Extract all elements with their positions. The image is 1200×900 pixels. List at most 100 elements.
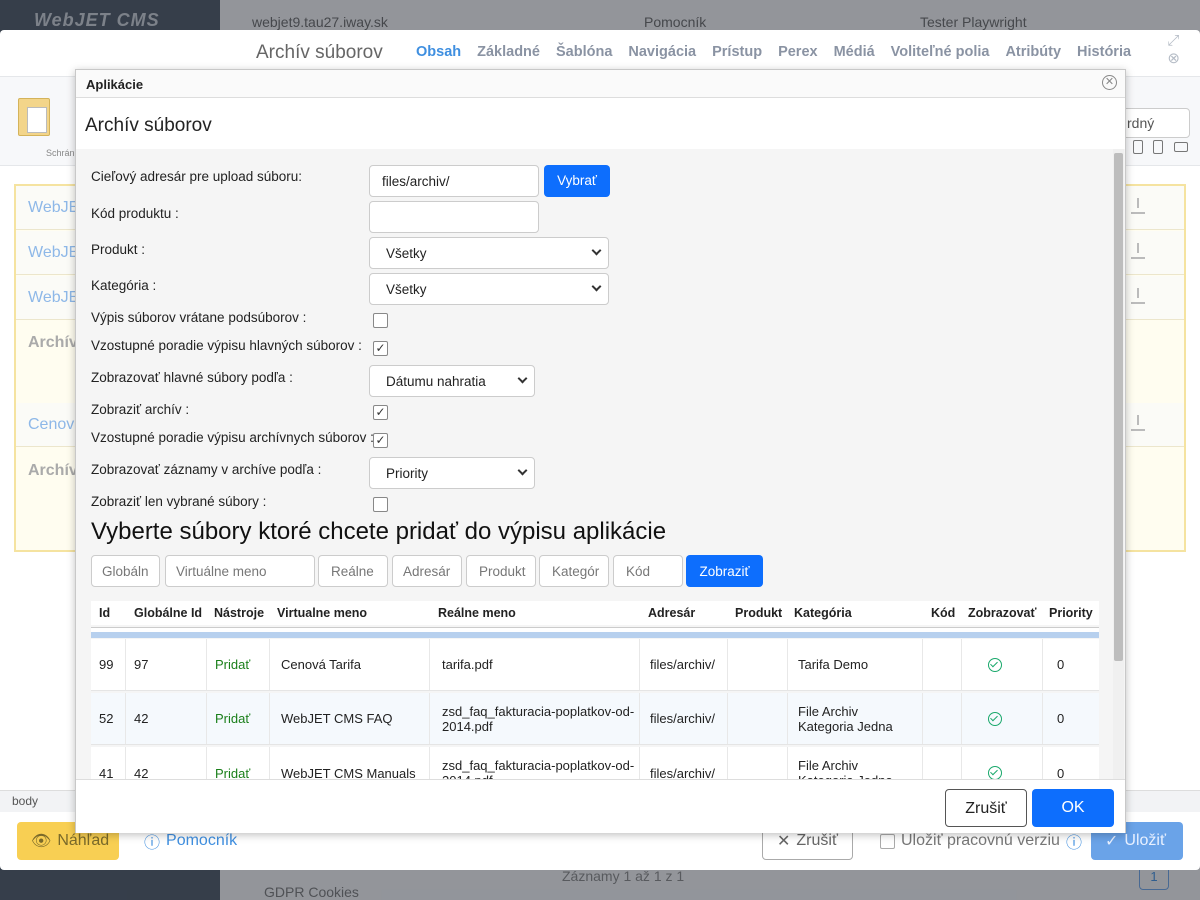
- asc-archive-checkbox[interactable]: ✓: [373, 433, 388, 448]
- download-icon[interactable]: [1131, 243, 1145, 259]
- filter-category[interactable]: Kategór: [539, 555, 609, 587]
- cell-product: [728, 693, 788, 744]
- col-id[interactable]: Id: [91, 601, 126, 625]
- download-icon[interactable]: [1131, 288, 1145, 304]
- bg-heading: Archív: [28, 334, 78, 351]
- tab-atributy[interactable]: Atribúty: [1005, 44, 1061, 60]
- tab-zakladne[interactable]: Základné: [477, 44, 540, 60]
- cell-category: File Archiv Kategoria Jedna: [788, 747, 923, 779]
- cell-virtual-name: Cenová Tarifa: [270, 639, 430, 690]
- asc-main-label: Vzostupné poradie výpisu hlavných súboro…: [91, 338, 362, 353]
- apps-dialog: Aplikácie ✕ Archív súborov Cieľový adres…: [75, 69, 1126, 833]
- table-row[interactable]: 41 42 Pridať WebJET CMS Manuals zsd_faq_…: [91, 747, 1099, 779]
- show-archive-label: Zobraziť archív :: [91, 402, 190, 417]
- ok-button[interactable]: OK: [1032, 789, 1114, 827]
- check-icon: ✓: [1105, 833, 1119, 850]
- show-button[interactable]: Zobraziť: [686, 555, 763, 587]
- bg-row-label: WebJE: [28, 289, 80, 306]
- cell-global-id: 42: [126, 747, 207, 779]
- show-archive-checkbox[interactable]: ✓: [373, 405, 388, 420]
- col-category[interactable]: Kategória: [788, 601, 923, 625]
- product-code-input[interactable]: [369, 201, 539, 233]
- phone-icon[interactable]: [1153, 140, 1163, 154]
- filter-global-id[interactable]: Globáln: [91, 555, 160, 587]
- tab-volitelne-polia[interactable]: Voliteľné polia: [891, 44, 990, 60]
- col-real-name[interactable]: Reálne meno: [430, 601, 640, 625]
- filter-virtual-name[interactable]: Virtuálne meno: [165, 555, 315, 587]
- cell-id: 41: [91, 747, 126, 779]
- tablet-icon[interactable]: [1133, 140, 1143, 154]
- preview-label: Náhľad: [57, 832, 110, 849]
- only-selected-checkbox[interactable]: [373, 497, 388, 512]
- add-link[interactable]: Pridať: [207, 747, 270, 779]
- cell-category: File Archiv Kategoria Jedna: [788, 693, 923, 744]
- filter-product[interactable]: Produkt: [466, 555, 536, 587]
- cell-product: [728, 747, 788, 779]
- product-select-value: Všetky: [386, 246, 427, 261]
- filter-directory[interactable]: Adresár: [392, 555, 462, 587]
- category-label: Kategória :: [91, 278, 157, 293]
- download-icon[interactable]: [1131, 198, 1145, 214]
- upload-dir-label: Cieľový adresár pre upload súboru:: [91, 169, 303, 184]
- col-tools[interactable]: Nástroje: [207, 601, 270, 625]
- add-link[interactable]: Pridať: [207, 693, 270, 744]
- editor-tabs: Obsah Základné Šablóna Navigácia Prístup…: [416, 44, 1131, 60]
- download-icon[interactable]: [1131, 415, 1145, 431]
- asc-main-checkbox[interactable]: ✓: [373, 341, 388, 356]
- tab-perex[interactable]: Perex: [778, 44, 818, 60]
- include-sub-checkbox[interactable]: [373, 313, 388, 328]
- bg-row-label: WebJE: [28, 244, 80, 261]
- choose-button[interactable]: Vybrať: [544, 165, 610, 197]
- checkbox[interactable]: [880, 833, 895, 849]
- cell-priority: 0: [1057, 765, 1065, 780]
- select-files-heading: Vyberte súbory ktoré chcete pridať do vý…: [91, 518, 667, 545]
- col-product[interactable]: Produkt: [728, 601, 788, 625]
- col-virtual-name[interactable]: Virtualne meno: [270, 601, 430, 625]
- chevron-down-icon: [591, 245, 602, 256]
- save-draft-label: Uložiť pracovnú verziu: [901, 832, 1060, 849]
- col-priority[interactable]: Priority: [1043, 601, 1099, 625]
- tab-sablona[interactable]: Šablóna: [556, 44, 612, 60]
- col-code[interactable]: Kód: [923, 601, 962, 625]
- show-archive-by-select[interactable]: Priority: [369, 457, 535, 489]
- clipboard-icon[interactable]: [18, 98, 50, 136]
- category-select[interactable]: Všetky: [369, 273, 609, 305]
- tab-obsah[interactable]: Obsah: [416, 44, 461, 60]
- tab-historia[interactable]: História: [1077, 44, 1131, 60]
- chevron-down-icon: [591, 281, 602, 292]
- eye-icon: 👁: [31, 833, 52, 850]
- col-global-id[interactable]: Globálne Id: [126, 601, 207, 625]
- close-icon[interactable]: ✕: [1102, 75, 1117, 90]
- cell-priority: 0: [1057, 657, 1065, 672]
- cell-virtual-name: WebJET CMS Manuals: [270, 747, 430, 779]
- show-main-by-select[interactable]: Dátumu nahratia: [369, 365, 535, 397]
- include-sub-label: Výpis súborov vrátane podsúborov :: [91, 310, 307, 325]
- asc-archive-label: Vzostupné poradie výpisu archívnych súbo…: [91, 430, 374, 445]
- cell-directory: files/archiv/: [640, 693, 728, 744]
- product-label: Produkt :: [91, 242, 146, 257]
- filter-real-name[interactable]: Reálne: [318, 555, 388, 587]
- desktop-icon[interactable]: [1174, 142, 1188, 152]
- table-row[interactable]: 99 97 Pridať Cenová Tarifa tarifa.pdf fi…: [91, 639, 1099, 691]
- expand-icon[interactable]: ⤢ ⊗: [1167, 32, 1180, 67]
- col-directory[interactable]: Adresár: [640, 601, 728, 625]
- filter-code[interactable]: Kód: [613, 555, 683, 587]
- tab-media[interactable]: Médiá: [834, 44, 875, 60]
- tab-navigacia[interactable]: Navigácia: [628, 44, 696, 60]
- cell-code: [923, 747, 962, 779]
- cancel-button[interactable]: Zrušiť: [945, 789, 1027, 827]
- cell-id: 52: [91, 693, 126, 744]
- tab-pristup[interactable]: Prístup: [712, 44, 762, 60]
- scrollbar-thumb[interactable]: [1114, 153, 1123, 661]
- add-link[interactable]: Pridať: [207, 639, 270, 690]
- upload-dir-input[interactable]: files/archiv/: [369, 165, 539, 197]
- table-row[interactable]: 52 42 Pridať WebJET CMS FAQ zsd_faq_fakt…: [91, 693, 1099, 745]
- check-circle-icon: [988, 711, 1002, 726]
- check-circle-icon: [988, 766, 1002, 779]
- save-label: Uložiť: [1124, 832, 1166, 849]
- product-select[interactable]: Všetky: [369, 237, 609, 269]
- col-show[interactable]: Zobrazovať: [962, 601, 1043, 625]
- chevron-down-icon: [517, 465, 528, 476]
- bg-row-label: Cenov: [28, 416, 75, 433]
- show-archive-by-value: Priority: [386, 466, 429, 481]
